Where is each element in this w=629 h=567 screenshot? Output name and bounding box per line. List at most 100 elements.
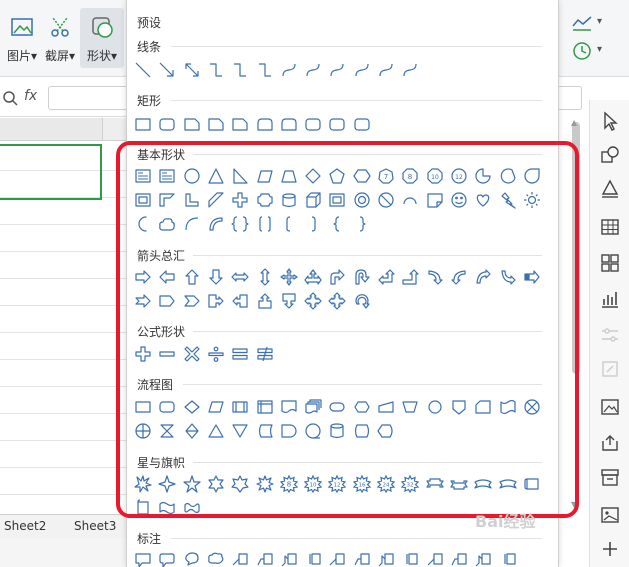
basic-shape[interactable]: 10 (426, 167, 444, 185)
rectangle-shape[interactable] (183, 115, 201, 133)
basic-shape[interactable] (474, 167, 492, 185)
flowchart-shape[interactable] (304, 398, 322, 416)
arrow-shape[interactable] (158, 292, 176, 310)
arrow-shape[interactable] (158, 268, 176, 286)
flowchart-shape[interactable] (158, 398, 176, 416)
basic-shape[interactable] (207, 191, 225, 209)
flowchart-shape[interactable] (207, 398, 225, 416)
arrow-shape[interactable] (426, 268, 444, 286)
line-shape[interactable] (353, 61, 371, 79)
flowchart-shape[interactable] (231, 422, 249, 440)
flowchart-shape[interactable] (256, 398, 274, 416)
callout-shape[interactable] (450, 551, 468, 567)
line-shape[interactable] (304, 61, 322, 79)
rectangle-shape[interactable] (256, 115, 274, 133)
arrow-shape[interactable] (134, 268, 152, 286)
star-shape[interactable]: 32 (401, 475, 420, 493)
basic-shape[interactable] (207, 215, 225, 233)
picture-icon[interactable] (599, 504, 621, 526)
callout-shape[interactable] (377, 551, 395, 567)
star-shape[interactable]: 8 (279, 475, 298, 493)
basic-shape[interactable] (280, 191, 298, 209)
basic-shape[interactable] (450, 191, 468, 209)
callout-shape[interactable] (474, 551, 492, 567)
callout-shape[interactable] (426, 551, 444, 567)
arrow-shape[interactable] (183, 292, 201, 310)
chevron-down-icon[interactable]: ▾ (597, 44, 602, 55)
zoom-icon[interactable] (2, 90, 18, 106)
flowchart-shape[interactable] (353, 398, 371, 416)
formula-shape[interactable] (134, 345, 152, 363)
screenshot-button[interactable]: 截屏▾ (38, 8, 82, 68)
basic-shape[interactable] (256, 191, 274, 209)
fx-icon[interactable]: fx (24, 88, 37, 104)
flowchart-shape[interactable] (353, 422, 371, 440)
sheet-tab[interactable]: Sheet3 (74, 519, 116, 533)
basic-shape[interactable] (231, 191, 249, 209)
basic-shape[interactable] (207, 167, 225, 185)
star-shape[interactable] (134, 499, 152, 517)
formula-input[interactable] (48, 86, 127, 110)
basic-shape[interactable] (353, 167, 371, 185)
bar-chart-icon[interactable] (599, 288, 621, 310)
arrow-shape[interactable] (328, 268, 346, 286)
star-shape[interactable]: 24 (377, 475, 395, 493)
line-shape[interactable] (280, 61, 298, 79)
shapes-icon[interactable] (599, 144, 621, 166)
basic-shape[interactable] (183, 167, 201, 185)
star-shape[interactable] (207, 475, 225, 493)
flowchart-shape[interactable] (426, 398, 444, 416)
star-shape[interactable] (134, 475, 152, 493)
star-shape[interactable]: 12 (328, 475, 347, 493)
basic-shape[interactable] (158, 215, 176, 233)
image-icon[interactable] (599, 396, 621, 418)
star-shape[interactable] (425, 475, 444, 493)
basic-shape[interactable] (304, 167, 322, 185)
line-shape[interactable] (328, 61, 346, 79)
flowchart-shape[interactable] (377, 398, 395, 416)
star-shape[interactable] (158, 499, 176, 517)
formula-shape[interactable] (256, 345, 274, 363)
basic-shape[interactable] (328, 167, 346, 185)
arrow-shape[interactable] (450, 268, 468, 286)
basic-shape[interactable] (474, 191, 492, 209)
arrow-shape[interactable] (377, 268, 395, 286)
star-shape[interactable] (183, 499, 201, 517)
rectangle-shape[interactable] (207, 115, 225, 133)
basic-shape[interactable] (523, 167, 541, 185)
basic-shape[interactable] (134, 215, 152, 233)
basic-shape[interactable] (523, 191, 541, 209)
rectangle-shape[interactable] (353, 115, 371, 133)
basic-shape[interactable] (353, 215, 371, 233)
basic-shape[interactable] (401, 191, 419, 209)
star-shape[interactable] (182, 475, 201, 493)
callout-shape[interactable] (134, 551, 152, 567)
flowchart-shape[interactable] (474, 398, 492, 416)
arrow-shape[interactable] (401, 268, 419, 286)
arrow-shape[interactable] (256, 292, 274, 310)
rectangle-shape[interactable] (280, 115, 298, 133)
callout-shape[interactable] (304, 551, 322, 567)
line-shape[interactable] (256, 61, 274, 79)
cursor-icon[interactable] (599, 110, 621, 132)
flowchart-shape[interactable] (450, 398, 468, 416)
flowchart-shape[interactable] (523, 398, 541, 416)
basic-shape[interactable] (231, 167, 249, 185)
star-shape[interactable] (158, 475, 176, 493)
arrow-shape[interactable] (207, 292, 225, 310)
basic-shape[interactable] (328, 191, 346, 209)
flowchart-shape[interactable] (256, 422, 274, 440)
star-shape[interactable] (450, 475, 468, 493)
basic-shape[interactable] (158, 167, 176, 185)
basic-shape[interactable]: 7 (377, 167, 395, 185)
callout-shape[interactable] (231, 551, 249, 567)
flowchart-shape[interactable] (158, 422, 176, 440)
flowchart-shape[interactable] (304, 422, 322, 440)
formula-shape[interactable] (207, 345, 225, 363)
callout-shape[interactable] (158, 551, 176, 567)
table-icon[interactable] (599, 216, 621, 238)
basic-shape[interactable] (134, 167, 152, 185)
share-icon[interactable] (599, 432, 621, 454)
basic-shape[interactable] (256, 167, 274, 185)
basic-shape[interactable] (231, 215, 249, 233)
